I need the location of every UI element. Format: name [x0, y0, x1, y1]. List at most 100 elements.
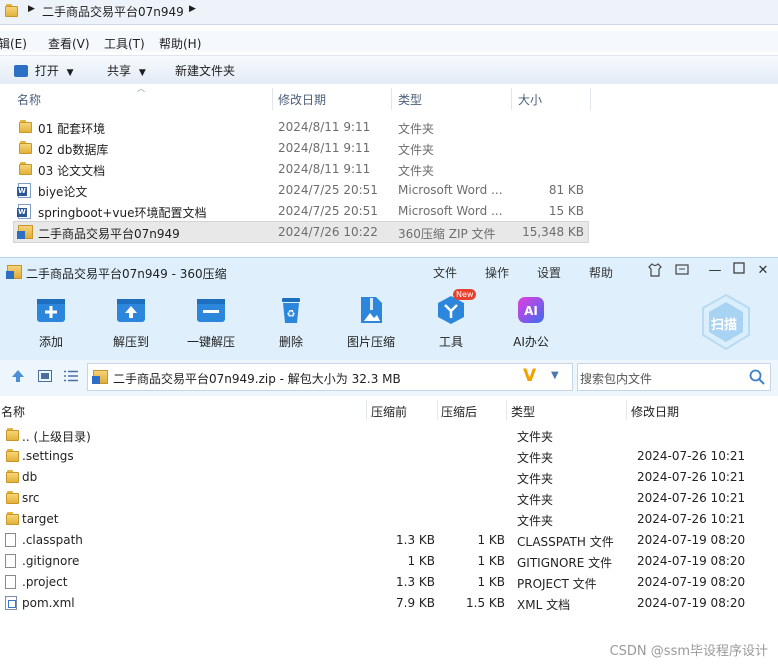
file-row[interactable]: biye论文 2024/7/25 20:51 Microsoft Word ... 8…	[14, 180, 588, 200]
image-compress-button[interactable]: 图片压缩	[341, 295, 401, 353]
scan-button[interactable]: 扫描	[700, 293, 752, 351]
zip-column-header-type[interactable]: 类型	[511, 403, 535, 420]
dropdown-arrow-icon[interactable]: ▼	[551, 370, 559, 381]
skin-shirt-icon[interactable]	[646, 262, 664, 280]
open-button[interactable]: 打开 ▼	[14, 62, 74, 79]
file-date: 2024/8/11 9:11	[278, 120, 371, 134]
one-click-extract-icon	[197, 299, 225, 322]
file-date: 2024/7/25 20:51	[278, 204, 378, 218]
zip-table-row[interactable]: src 文件夹 2024-07-26 10:21	[0, 487, 778, 508]
zip-column-header-date[interactable]: 修改日期	[631, 403, 679, 420]
add-icon	[37, 299, 65, 322]
zip-menu-operate[interactable]: 操作	[485, 264, 509, 281]
search-icon[interactable]	[749, 369, 765, 385]
tools-button[interactable]: New 工具	[421, 289, 481, 353]
zip-column-header-before[interactable]: 压缩前	[371, 403, 407, 420]
up-arrow-icon[interactable]	[11, 369, 25, 383]
zip-file-name: .classpath	[22, 533, 83, 547]
column-header-size[interactable]: 大小	[518, 91, 542, 108]
zip-table-row[interactable]: .project 1.3 KB 1 KB PROJECT 文件 2024-07-19 0…	[0, 571, 778, 592]
search-input[interactable]: 搜索包内文件	[577, 363, 771, 391]
zip-table-row[interactable]: db 文件夹 2024-07-26 10:21	[0, 466, 778, 487]
zip-file-size-before: 1.3 KB	[396, 533, 435, 547]
thumbnail-view-icon[interactable]	[38, 370, 52, 382]
zip-column-header-name[interactable]: 名称	[1, 403, 25, 420]
file-name: 01 配套环境	[38, 122, 106, 136]
menu-help[interactable]: 帮助(H)	[159, 35, 201, 52]
zip-file-size-after: 1 KB	[477, 554, 505, 568]
zip-table-row[interactable]: .. (上级目录) 文件夹	[0, 424, 778, 445]
delete-button[interactable]: ♻ 删除	[261, 295, 321, 353]
column-header-date[interactable]: 修改日期	[278, 91, 326, 108]
breadcrumb-arrow-icon[interactable]: ▶	[28, 4, 35, 14]
new-folder-button-label: 新建文件夹	[175, 64, 236, 78]
zip-file-name: target	[22, 512, 59, 526]
zip-archive-icon	[17, 225, 33, 239]
column-divider[interactable]	[511, 88, 512, 110]
zip-menu-file[interactable]: 文件	[433, 264, 457, 281]
new-folder-button[interactable]: 新建文件夹	[175, 62, 235, 79]
close-icon[interactable]: ✕	[754, 262, 772, 280]
file-name: springboot+vue环境配置文档	[38, 206, 207, 220]
image-compress-icon	[361, 297, 382, 323]
minimize-icon[interactable]: —	[706, 262, 724, 280]
add-button[interactable]: 添加	[21, 295, 81, 353]
breadcrumb-chevron-icon[interactable]: ▶	[189, 4, 196, 14]
file-type: 文件夹	[398, 143, 435, 157]
archive-path-field[interactable]: 二手商品交易平台07n949.zip - 解包大小为 32.3 MB V ▼	[87, 363, 573, 391]
zip-table-row[interactable]: .settings 文件夹 2024-07-26 10:21	[0, 445, 778, 466]
list-view-icon[interactable]	[64, 370, 78, 382]
column-divider[interactable]	[590, 88, 591, 110]
folder-icon	[5, 491, 20, 504]
scan-label: 扫描	[711, 318, 738, 333]
file-row[interactable]: 01 配套环境 2024/8/11 9:11 文件夹	[14, 117, 588, 137]
zip-file-date: 2024-07-19 08:20	[637, 596, 746, 610]
column-header-type[interactable]: 类型	[398, 91, 422, 108]
column-header-name[interactable]: 名称	[17, 91, 41, 108]
chevron-down-icon: ▼	[138, 68, 146, 78]
share-button-label: 共享	[107, 64, 132, 78]
column-divider[interactable]	[506, 400, 507, 420]
extract-to-button[interactable]: 解压到	[101, 295, 161, 353]
zip-table-row[interactable]: target 文件夹 2024-07-26 10:21	[0, 508, 778, 529]
zip-file-date: 2024-07-26 10:21	[637, 470, 746, 484]
file-row[interactable]: springboot+vue环境配置文档 2024/7/25 20:51 Micro…	[14, 201, 588, 221]
zip-menu-help[interactable]: 帮助	[589, 264, 613, 281]
column-divider[interactable]	[366, 400, 367, 420]
column-divider[interactable]	[272, 88, 273, 110]
column-divider[interactable]	[626, 400, 627, 420]
zip-table-row[interactable]: .classpath 1.3 KB 1 KB CLASSPATH 文件 2024-07-…	[0, 529, 778, 550]
explorer-address-bar[interactable]: ▶ 二手商品交易平台07n949 ▶	[0, 0, 778, 25]
archive-path-text: 二手商品交易平台07n949.zip - 解包大小为 32.3 MB	[113, 372, 401, 386]
file-row[interactable]: 03 论文文档 2024/8/11 9:11 文件夹	[14, 159, 588, 179]
share-button[interactable]: 共享 ▼	[107, 62, 146, 79]
zip-file-date: 2024-07-19 08:20	[637, 575, 746, 589]
one-click-extract-label: 一键解压	[186, 335, 235, 349]
one-click-extract-button[interactable]: 一键解压	[181, 295, 241, 353]
ai-office-button[interactable]: AI AI办公	[501, 295, 561, 353]
file-row[interactable]: 二手商品交易平台07n949 2024/7/26 10:22 360压缩 ZIP 文…	[13, 221, 589, 243]
zip-file-name: src	[22, 491, 40, 505]
tools-label: 工具	[438, 335, 463, 349]
file-row[interactable]: 02 db数据库 2024/8/11 9:11 文件夹	[14, 138, 588, 158]
menu-tools[interactable]: 工具(T)	[104, 35, 145, 52]
zip-file-date: 2024-07-19 08:20	[637, 533, 746, 547]
v-logo-icon[interactable]: V	[523, 366, 536, 386]
zip-file-date: 2024-07-26 10:21	[637, 449, 746, 463]
file-size: 81 KB	[548, 183, 584, 197]
menu-edit[interactable]: 辑(E)	[0, 35, 27, 52]
feedback-icon[interactable]	[673, 262, 691, 280]
zip-column-header-after[interactable]: 压缩后	[441, 403, 477, 420]
open-app-icon	[14, 65, 28, 77]
zip-file-date: 2024-07-19 08:20	[637, 554, 746, 568]
column-divider[interactable]	[391, 88, 392, 110]
word-doc-icon	[17, 204, 31, 219]
maximize-icon[interactable]	[730, 262, 748, 280]
zip-table-row[interactable]: .gitignore 1 KB 1 KB GITIGNORE 文件 2024-07-19…	[0, 550, 778, 571]
folder-icon	[5, 428, 20, 441]
breadcrumb-item[interactable]: 二手商品交易平台07n949	[42, 3, 184, 20]
zip-table-row[interactable]: pom.xml 7.9 KB 1.5 KB XML 文档 2024-07-19 08:2…	[0, 592, 778, 613]
menu-view[interactable]: 查看(V)	[48, 35, 90, 52]
column-divider[interactable]	[437, 400, 438, 420]
zip-menu-settings[interactable]: 设置	[537, 264, 561, 281]
